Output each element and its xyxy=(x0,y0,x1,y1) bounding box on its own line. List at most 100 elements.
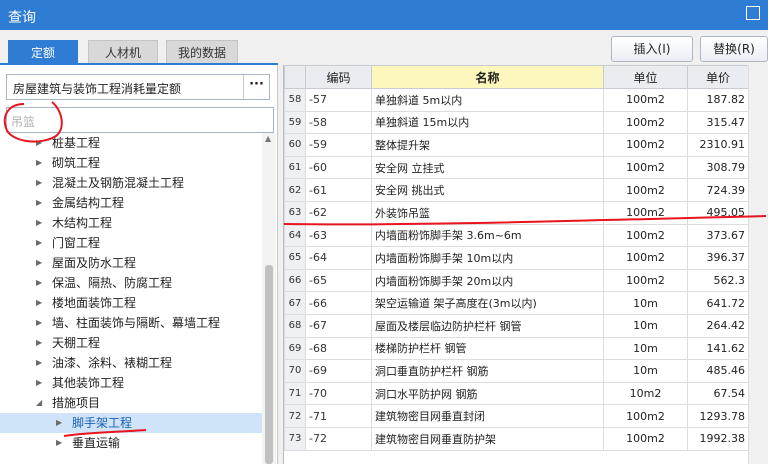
quota-table: 编码 名称 单位 单价 58 -57 单独斜道 5m以内 100m2 187.82 59-… xyxy=(284,65,749,451)
cell-name: 洞口水平防护网 钢筋 xyxy=(371,381,604,406)
table-row[interactable]: 71 -70 洞口水平防护网 钢筋 10m2 67.54 xyxy=(284,381,749,406)
tree-item[interactable]: ▶ 其他装饰工程 xyxy=(0,373,262,393)
tree-item[interactable]: ▶ 楼地面装饰工程 xyxy=(0,293,262,313)
tree-item[interactable]: ▶ 油漆、涂料、裱糊工程 xyxy=(0,353,262,373)
tree-item[interactable]: ▶ 金属结构工程 xyxy=(0,193,262,213)
tree-item[interactable]: ▶ 桩基工程 xyxy=(0,133,262,153)
expand-arrow-icon[interactable]: ▶ xyxy=(36,153,42,173)
table-row[interactable]: 66 -65 内墙面粉饰脚手架 20m以内 100m2 562.3 xyxy=(284,268,749,293)
table-row[interactable]: 63 -62 外装饰吊篮 100m2 495.05 xyxy=(284,200,749,225)
expand-arrow-icon[interactable]: ▶ xyxy=(36,353,42,373)
table-row[interactable]: 60 -59 整体提升架 100m2 2310.91 xyxy=(284,133,749,157)
expand-arrow-icon[interactable]: ▶ xyxy=(36,333,42,353)
tab-labor-material[interactable]: 人材机 xyxy=(88,40,158,64)
cell-name: 架空运输道 架子高度在(3m以内) xyxy=(371,291,604,315)
cell-price: 485.46 xyxy=(687,359,749,383)
col-header-code[interactable]: 编码 xyxy=(305,65,372,89)
expand-arrow-icon[interactable]: ▶ xyxy=(56,433,62,453)
cell-code: -65 xyxy=(305,268,372,293)
table-row[interactable]: 72 -71 建筑物密目网垂直封闭 100m2 1293.78 xyxy=(284,404,749,428)
tree-item-label: 油漆、涂料、裱糊工程 xyxy=(52,356,173,370)
table-row[interactable]: 70 -69 洞口垂直防护栏杆 钢筋 10m 485.46 xyxy=(284,359,749,383)
cell-code: -61 xyxy=(305,178,372,202)
table-row[interactable]: 58 -57 单独斜道 5m以内 100m2 187.82 xyxy=(284,88,749,112)
expand-arrow-icon[interactable]: ▶ xyxy=(36,213,42,233)
scroll-up-icon[interactable]: ▲ xyxy=(265,134,271,143)
tree-item[interactable]: ▶ 混凝土及钢筋混凝土工程 xyxy=(0,173,262,193)
tree-item-label: 楼地面装饰工程 xyxy=(52,296,137,310)
tree-item[interactable]: ▶ 门窗工程 xyxy=(0,233,262,253)
maximize-icon[interactable] xyxy=(746,6,760,20)
cell-price: 373.67 xyxy=(687,223,749,248)
expand-arrow-icon[interactable]: ▶ xyxy=(36,133,42,153)
title-bar: 查询 xyxy=(0,0,768,30)
cell-code: -66 xyxy=(305,291,372,315)
tree-item[interactable]: ▶ 砌筑工程 xyxy=(0,153,262,173)
collapse-arrow-icon[interactable]: ◢ xyxy=(36,393,42,413)
tree-item[interactable]: ▶ 木结构工程 xyxy=(0,213,262,233)
tree-item-label: 天棚工程 xyxy=(52,336,101,350)
expand-arrow-icon[interactable]: ▶ xyxy=(36,293,42,313)
table-scrollbar[interactable] xyxy=(748,65,768,464)
table-row[interactable]: 73 -72 建筑物密目网垂直防护架 100m2 1992.38 xyxy=(284,426,749,451)
cell-price: 264.42 xyxy=(687,313,749,338)
replace-button[interactable]: 替换(R) xyxy=(700,36,768,62)
tree-item[interactable]: ▶ 垂直运输 xyxy=(0,433,262,453)
tree-scrollbar[interactable]: ▲ xyxy=(262,133,276,464)
tree-item-label: 墙、柱面装饰与隔断、幕墙工程 xyxy=(52,316,221,330)
col-header-price[interactable]: 单价 xyxy=(687,65,749,89)
cell-code: -58 xyxy=(305,110,372,135)
library-select[interactable]: 房屋建筑与装饰工程消耗量定额 ··· xyxy=(6,74,270,100)
cell-code: -57 xyxy=(305,88,372,112)
tree-item-label: 措施项目 xyxy=(52,396,101,410)
cell-unit: 100m2 xyxy=(603,223,688,248)
search-input[interactable]: 吊篮 xyxy=(6,107,274,133)
tree-item-label: 混凝土及钢筋混凝土工程 xyxy=(52,176,185,190)
cell-name: 建筑物密目网垂直防护架 xyxy=(371,426,604,451)
expand-arrow-icon[interactable]: ▶ xyxy=(36,233,42,253)
insert-button[interactable]: 插入(I) xyxy=(611,36,693,62)
table-row[interactable]: 68 -67 屋面及楼层临边防护栏杆 钢管 10m 264.42 xyxy=(284,313,749,338)
expand-arrow-icon[interactable]: ▶ xyxy=(56,413,62,433)
tab-my-data[interactable]: 我的数据 xyxy=(166,40,238,64)
cell-price: 141.62 xyxy=(687,336,749,361)
expand-arrow-icon[interactable]: ▶ xyxy=(36,193,42,213)
cell-price: 1293.78 xyxy=(687,404,749,428)
tree-item-label: 屋面及防水工程 xyxy=(52,256,137,270)
table-row[interactable]: 62 -61 安全网 挑出式 100m2 724.39 xyxy=(284,178,749,202)
col-header-name[interactable]: 名称 xyxy=(371,65,604,89)
tree-item[interactable]: ▶ 屋面及防水工程 xyxy=(0,253,262,273)
row-index: 69 xyxy=(284,336,306,361)
tree-item[interactable]: ▶ 保温、隔热、防腐工程 xyxy=(0,273,262,293)
tree-item-label: 桩基工程 xyxy=(52,136,101,150)
cell-price: 562.3 xyxy=(687,268,749,293)
table-row[interactable]: 67 -66 架空运输道 架子高度在(3m以内) 10m 641.72 xyxy=(284,291,749,315)
row-index: 71 xyxy=(284,381,306,406)
table-row[interactable]: 64 -63 内墙面粉饰脚手架 3.6m~6m 100m2 373.67 xyxy=(284,223,749,248)
more-button[interactable]: ··· xyxy=(243,75,269,99)
expand-arrow-icon[interactable]: ▶ xyxy=(36,373,42,393)
expand-arrow-icon[interactable]: ▶ xyxy=(36,313,42,333)
expand-arrow-icon[interactable]: ▶ xyxy=(36,273,42,293)
tree-item[interactable]: ▶ 天棚工程 xyxy=(0,333,262,353)
tree-item[interactable]: ◢ 措施项目 xyxy=(0,393,262,413)
table-row[interactable]: 65 -64 内墙面粉饰脚手架 10m以内 100m2 396.37 xyxy=(284,246,749,270)
expand-arrow-icon[interactable]: ▶ xyxy=(36,173,42,193)
row-index: 68 xyxy=(284,313,306,338)
table-row[interactable]: 61 -60 安全网 立挂式 100m2 308.79 xyxy=(284,155,749,180)
tab-quota[interactable]: 定额 xyxy=(8,40,78,64)
table-row[interactable]: 59 -58 单独斜道 15m以内 100m2 315.47 xyxy=(284,110,749,135)
expand-arrow-icon[interactable]: ▶ xyxy=(36,253,42,273)
cell-unit: 100m2 xyxy=(603,133,688,157)
cell-code: -71 xyxy=(305,404,372,428)
cell-unit: 10m xyxy=(603,291,688,315)
cell-unit: 100m2 xyxy=(603,88,688,112)
cell-unit: 10m xyxy=(603,313,688,338)
scroll-thumb[interactable] xyxy=(265,265,273,464)
row-index: 65 xyxy=(284,246,306,270)
cell-code: -62 xyxy=(305,200,372,225)
table-row[interactable]: 69 -68 楼梯防护栏杆 钢管 10m 141.62 xyxy=(284,336,749,361)
col-header-unit[interactable]: 单位 xyxy=(603,65,688,89)
tree-item[interactable]: ▶ 脚手架工程 xyxy=(0,413,262,433)
tree-item[interactable]: ▶ 墙、柱面装饰与隔断、幕墙工程 xyxy=(0,313,262,333)
